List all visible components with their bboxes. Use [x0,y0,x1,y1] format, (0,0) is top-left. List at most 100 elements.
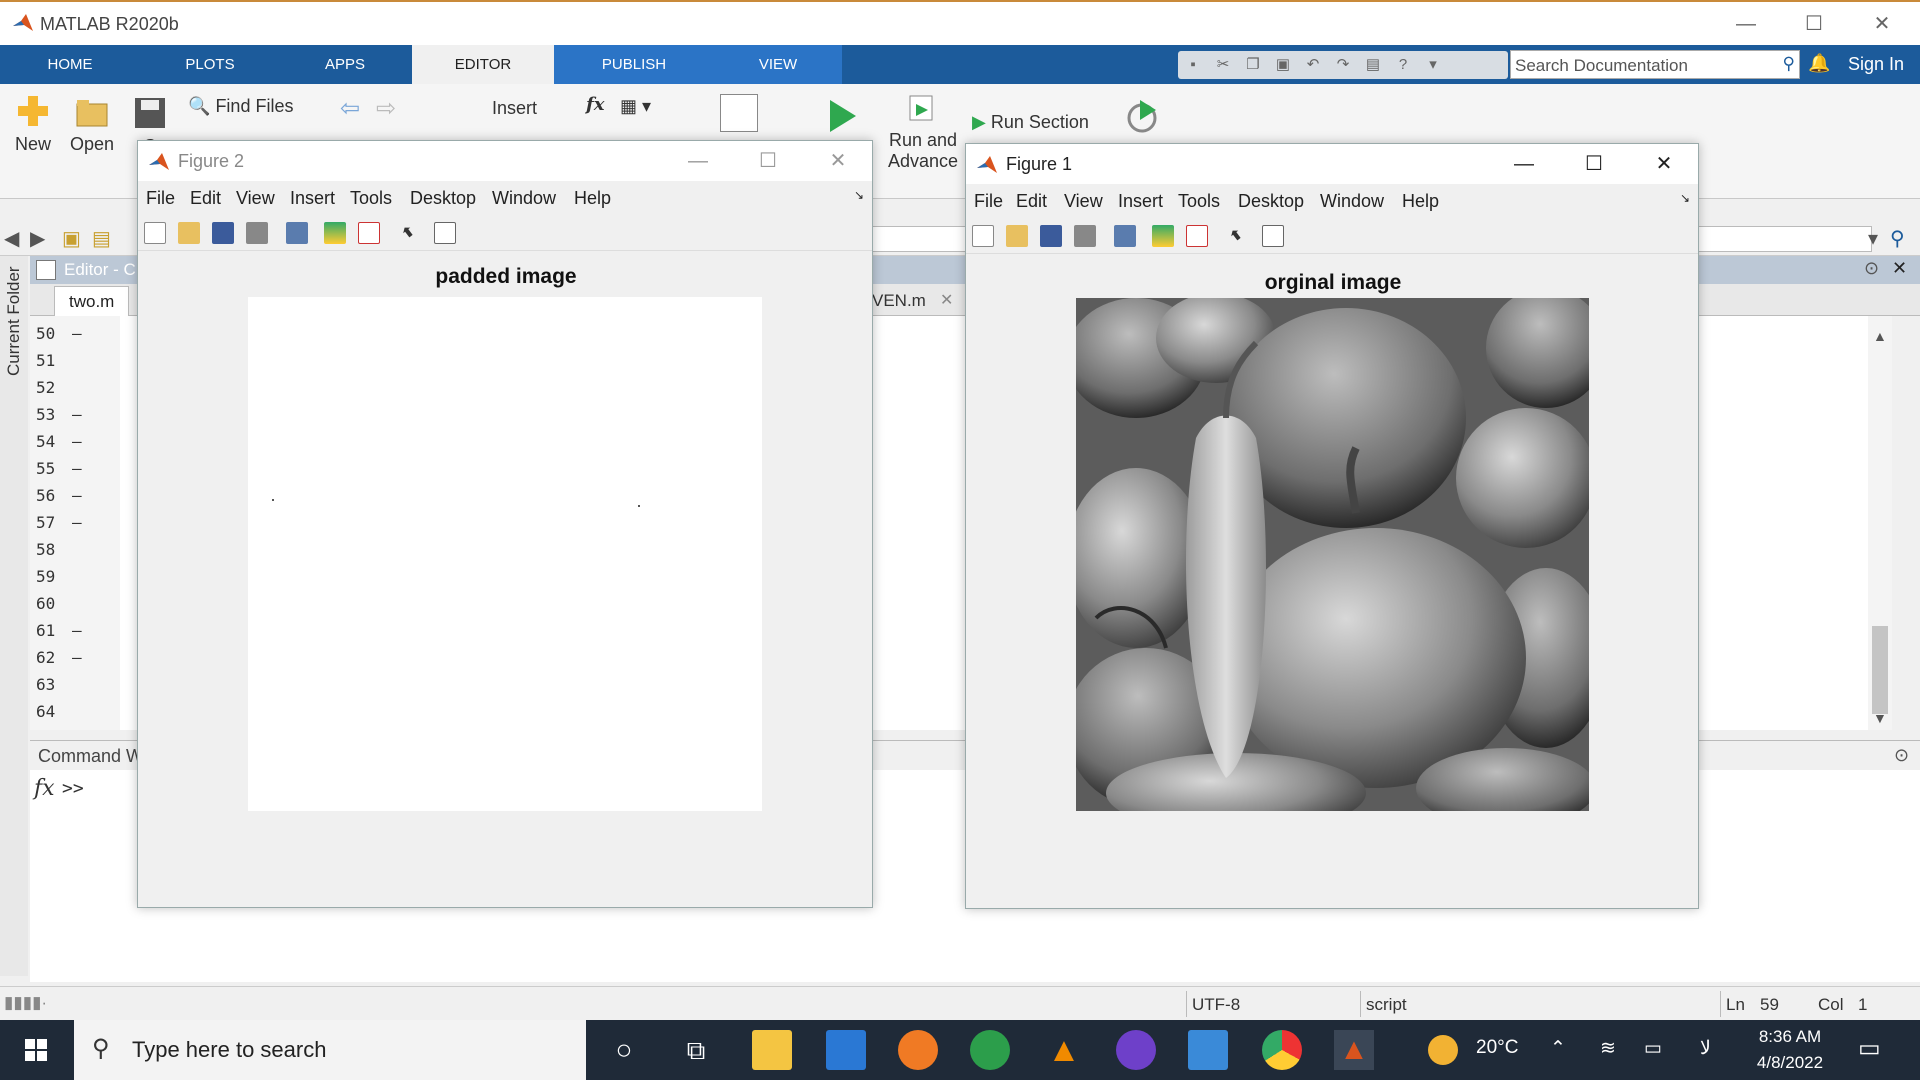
app-circle-icon[interactable] [970,1030,1010,1070]
dock-arrow-icon[interactable]: ↘ [1680,191,1690,205]
menu-desktop[interactable]: Desktop [410,188,476,209]
taskbar-search[interactable]: ⚲ Type here to search [74,1020,586,1080]
tab-editor[interactable]: EDITOR [412,45,554,84]
tab-home[interactable]: HOME [10,45,130,84]
figure2-maximize-button[interactable]: ☐ [740,145,796,177]
run-icon[interactable] [826,98,858,134]
taskbar-search-input[interactable]: Type here to search [132,1037,326,1063]
run-and-time-icon[interactable] [1126,98,1162,134]
chrome-icon[interactable] [1262,1030,1302,1070]
notification-bell-icon[interactable]: 🔔 [1808,53,1830,74]
command-window-options-icon[interactable]: ⊙ [1894,745,1909,766]
file-explorer-icon[interactable] [752,1030,792,1070]
tab-close-icon[interactable]: ✕ [940,290,953,310]
save-icon[interactable]: ▪ [1178,51,1208,79]
menu-file[interactable]: File [974,191,1003,212]
github-icon[interactable] [1116,1030,1156,1070]
back-icon[interactable]: ◀ [4,226,19,251]
breakpoint-marker[interactable]: – [72,324,82,343]
menu-window[interactable]: Window [1320,191,1384,212]
menu-tools[interactable]: Tools [1178,191,1220,212]
back-arrow-icon[interactable]: ⇦ [340,94,360,123]
weather-temp[interactable]: 20°C [1476,1037,1518,1059]
forward-arrow-icon[interactable]: ⇨ [376,94,396,123]
menu-insert[interactable]: Insert [1118,191,1163,212]
menu-help[interactable]: Help [1402,191,1439,212]
language-indicator[interactable]: ﻻ [1700,1037,1711,1060]
switch-windows-icon[interactable]: ▤ [1358,51,1388,79]
breakpoint-marker[interactable]: – [72,432,82,451]
current-folder-strip[interactable]: Current Folder [0,256,28,976]
scroll-down-icon[interactable]: ▼ [1873,710,1887,726]
battery-icon[interactable]: ▭ [1644,1037,1662,1060]
figure2-minimize-button[interactable]: — [670,145,726,177]
breakpoint-marker[interactable]: – [72,621,82,640]
pointer-icon[interactable]: ⬉ [400,222,422,244]
menu-desktop[interactable]: Desktop [1238,191,1304,212]
find-files-button[interactable]: 🔍 Find Files [188,96,293,117]
breakpoint-marker[interactable]: – [72,405,82,424]
new-figure-icon[interactable] [972,225,994,247]
property-inspector-icon[interactable] [434,222,456,244]
save-figure-icon[interactable] [1040,225,1062,247]
menu-file[interactable]: File [146,188,175,209]
padded-image-axes[interactable] [248,297,762,811]
legend-icon[interactable] [1186,225,1208,247]
menu-tools[interactable]: Tools [350,188,392,209]
taskbar-clock[interactable]: 8:36 AM 4/8/2022 [1740,1024,1840,1076]
open-file-icon[interactable] [178,222,200,244]
path-dropdown-icon[interactable]: ▾ [1868,226,1878,251]
search-icon[interactable]: ⚲ [1783,54,1795,74]
cortana-icon[interactable]: ○ [604,1030,644,1070]
breakpoint-marker[interactable]: – [72,513,82,532]
menu-edit[interactable]: Edit [190,188,221,209]
print-icon[interactable] [1074,225,1096,247]
dock-arrow-icon[interactable]: ↘ [854,188,864,202]
photos-icon[interactable] [1188,1030,1228,1070]
tab-ven-m[interactable]: VEN.m [872,286,926,316]
tab-publish[interactable]: PUBLISH [554,45,714,84]
print-icon[interactable] [246,222,268,244]
menu-window[interactable]: Window [492,188,556,209]
link-plot-icon[interactable] [286,222,308,244]
menu-help[interactable]: Help [574,188,611,209]
fx-icon[interactable]: fx [34,776,55,801]
search-folder-icon[interactable]: ⚲ [1890,226,1905,251]
undo-icon[interactable]: ↶ [1298,51,1328,79]
figure1-close-button[interactable]: ✕ [1636,148,1692,180]
pointer-icon[interactable]: ⬉ [1228,225,1250,247]
figure1-maximize-button[interactable]: ☐ [1566,148,1622,180]
sign-in-link[interactable]: Sign In [1848,54,1904,75]
section-break-icon[interactable] [720,94,758,132]
editor-scrollbar[interactable]: ▲ ▼ [1868,316,1892,730]
wifi-icon[interactable]: ≋ [1600,1037,1616,1060]
cut-icon[interactable]: ✂ [1208,51,1238,79]
dropdown-icon[interactable]: ▾ [1418,51,1448,79]
firefox-icon[interactable] [898,1030,938,1070]
fx-button[interactable]: fx [586,94,604,115]
matlab-taskbar-icon[interactable]: ▲ [1334,1030,1374,1070]
tab-apps[interactable]: APPS [290,45,400,84]
run-section-button[interactable]: ▶ Run Section [972,112,1089,133]
close-button[interactable]: ✕ [1852,8,1912,40]
figure2-close-button[interactable]: ✕ [810,145,866,177]
copy-icon[interactable]: ❐ [1238,51,1268,79]
menu-insert[interactable]: Insert [290,188,335,209]
windows-start-icon[interactable] [0,1020,72,1080]
link-plot-icon[interactable] [1114,225,1136,247]
open-button[interactable]: Open [70,98,114,155]
tab-view[interactable]: VIEW [714,45,842,84]
menu-edit[interactable]: Edit [1016,191,1047,212]
insert-button[interactable]: Insert [492,98,537,119]
menu-view[interactable]: View [236,188,275,209]
browse-folder-icon[interactable]: ▤ [92,226,111,251]
new-button[interactable]: New [12,94,54,155]
editor-close-icon[interactable]: ✕ [1892,258,1907,279]
property-inspector-icon[interactable] [1262,225,1284,247]
minimize-button[interactable]: — [1716,8,1776,40]
search-input[interactable]: Search Documentation [1515,56,1688,76]
breakpoint-marker[interactable]: – [72,459,82,478]
editor-options-icon[interactable]: ⊙ [1864,258,1879,279]
run-and-advance-button[interactable]: Run and Advance [886,94,960,172]
function-icon[interactable]: ▦ ▾ [620,96,651,117]
